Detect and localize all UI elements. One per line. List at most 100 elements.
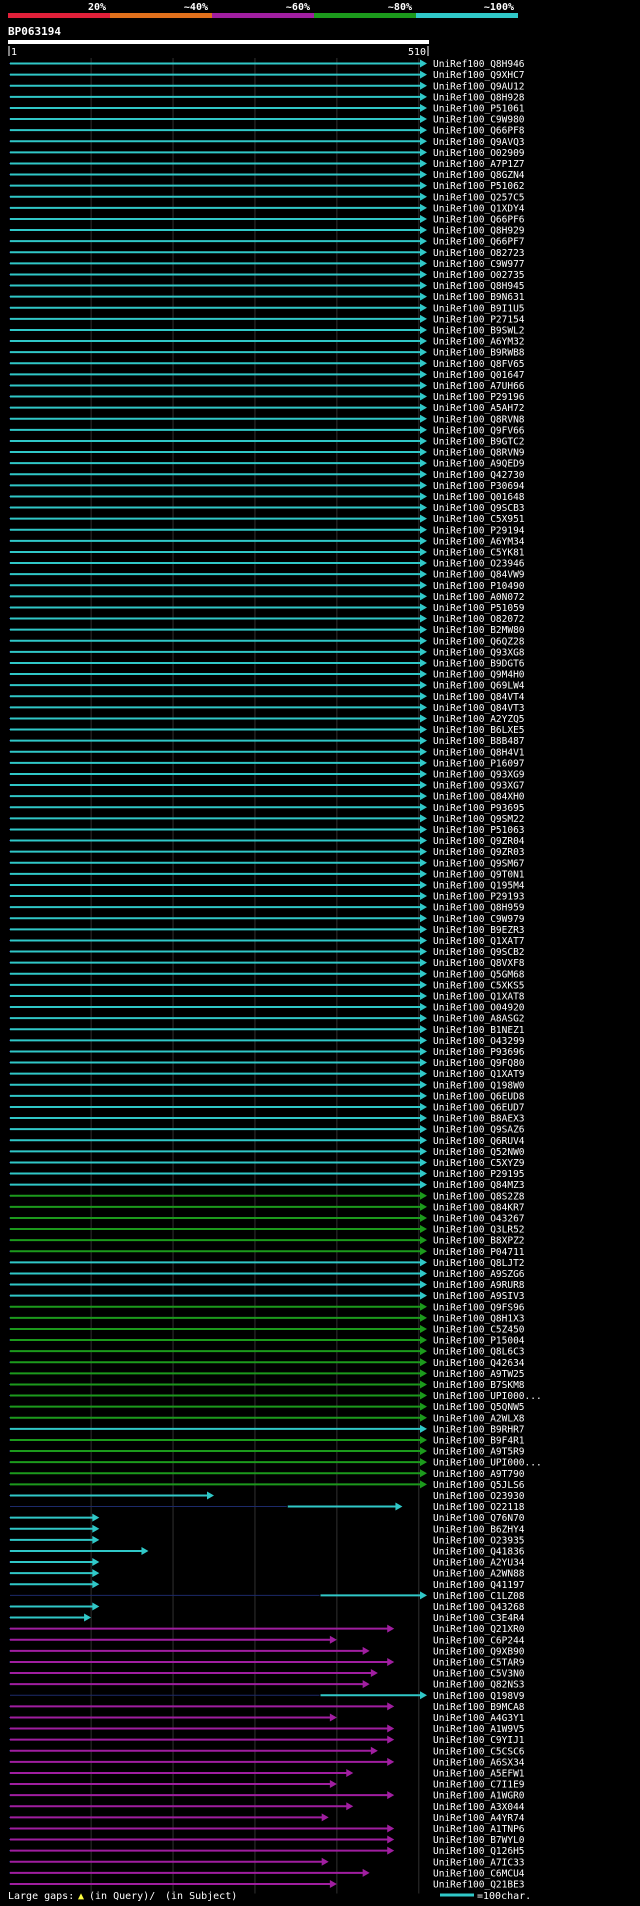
hit-id-label: UniRef100_B9F4R1 bbox=[433, 1435, 525, 1446]
hit-id-label: UniRef100_Q93XG9 bbox=[433, 769, 525, 780]
hit-id-label: UniRef100_Q8L6C3 bbox=[433, 1347, 525, 1358]
hit-arrow-icon bbox=[420, 547, 427, 556]
hit-arrow-icon bbox=[420, 1058, 427, 1067]
hit-arrow-icon bbox=[92, 1569, 100, 1578]
hit-id-label: UniRef100_Q9SM22 bbox=[433, 814, 525, 825]
hit-row: UniRef100_P04711 bbox=[9, 1247, 525, 1258]
hit-row: UniRef100_B9F4R1 bbox=[9, 1435, 525, 1446]
hit-arrow-icon bbox=[420, 1247, 427, 1256]
hit-id-label: UniRef100_P51063 bbox=[433, 825, 525, 836]
hit-row: UniRef100_O04920 bbox=[9, 1003, 525, 1014]
hit-arrow-icon bbox=[420, 892, 427, 901]
hit-row: UniRef100_A2YU34 bbox=[9, 1558, 525, 1569]
hit-id-label: UniRef100_Q82NS3 bbox=[433, 1680, 525, 1691]
hit-row: UniRef100_Q9M4H0 bbox=[9, 670, 525, 681]
hit-arrow-icon bbox=[420, 1258, 427, 1267]
hit-id-label: UniRef100_C9W977 bbox=[433, 259, 525, 270]
hit-row: UniRef100_C9W977 bbox=[9, 259, 525, 270]
hit-row: UniRef100_B9N631 bbox=[9, 292, 525, 303]
hit-arrow-icon bbox=[420, 936, 427, 945]
hit-row: UniRef100_P51063 bbox=[9, 825, 525, 836]
hit-arrow-icon bbox=[420, 1369, 427, 1378]
hit-arrow-icon bbox=[420, 137, 427, 146]
hit-id-label: UniRef100_A6YM34 bbox=[433, 536, 525, 547]
hit-id-label: UniRef100_B8AEX3 bbox=[433, 1114, 525, 1125]
hit-id-label: UniRef100_Q8GZN4 bbox=[433, 170, 525, 181]
hit-id-label: UniRef100_Q41836 bbox=[433, 1546, 525, 1557]
hit-id-label: UniRef100_A9SIV3 bbox=[433, 1291, 525, 1302]
hit-id-label: UniRef100_Q01647 bbox=[433, 370, 525, 381]
hit-id-label: UniRef100_Q84KR7 bbox=[433, 1202, 525, 1213]
hit-row: UniRef100_O02909 bbox=[9, 148, 525, 159]
query-bar bbox=[8, 40, 429, 44]
hit-arrow-icon bbox=[420, 348, 427, 357]
hit-id-label: UniRef100_Q6RUV4 bbox=[433, 1136, 525, 1147]
hit-id-label: UniRef100_Q1XAT7 bbox=[433, 936, 525, 947]
hit-id-label: UniRef100_B1NEZ1 bbox=[433, 1025, 525, 1036]
hit-arrow-icon bbox=[420, 248, 427, 257]
hit-id-label: UniRef100_A6SX34 bbox=[433, 1757, 525, 1768]
hit-row: UniRef100_C6MCU4 bbox=[9, 1868, 525, 1879]
hit-arrow-icon bbox=[420, 769, 427, 778]
hit-arrow-icon bbox=[420, 514, 427, 523]
hit-arrow-icon bbox=[346, 1802, 354, 1811]
hit-id-label: UniRef100_O23935 bbox=[433, 1535, 525, 1546]
hit-row: UniRef100_A2WLX8 bbox=[9, 1413, 525, 1424]
scale-bar-label: =100char. bbox=[477, 1891, 531, 1902]
hit-arrow-icon bbox=[84, 1613, 92, 1622]
hit-arrow-icon bbox=[420, 392, 427, 401]
hit-arrow-icon bbox=[420, 880, 427, 889]
hit-id-label: UniRef100_Q3LR52 bbox=[433, 1225, 525, 1236]
hit-arrow-icon bbox=[420, 226, 427, 235]
hit-arrow-icon bbox=[141, 1546, 149, 1555]
hit-row: UniRef100_UPI000... bbox=[9, 1458, 542, 1469]
hit-row: UniRef100_A5EFW1 bbox=[9, 1768, 525, 1779]
hit-row: UniRef100_A9SZG6 bbox=[9, 1269, 525, 1280]
hit-row: UniRef100_A9T790 bbox=[9, 1469, 525, 1480]
hit-arrow-icon bbox=[420, 1003, 427, 1012]
hit-id-label: UniRef100_P51059 bbox=[433, 603, 525, 614]
hit-id-label: UniRef100_P15004 bbox=[433, 1336, 525, 1347]
hit-arrow-icon bbox=[420, 1047, 427, 1056]
hit-id-label: UniRef100_Q5QNW5 bbox=[433, 1402, 525, 1413]
hit-arrow-icon bbox=[420, 1280, 427, 1289]
hit-id-label: UniRef100_P93695 bbox=[433, 803, 525, 814]
hit-id-label: UniRef100_C9W979 bbox=[433, 914, 525, 925]
hit-id-label: UniRef100_P93696 bbox=[433, 1047, 525, 1058]
hit-row: UniRef100_Q82NS3 bbox=[9, 1680, 525, 1691]
hit-row: UniRef100_A3X044 bbox=[9, 1802, 525, 1813]
hit-id-label: UniRef100_C5TAR9 bbox=[433, 1657, 525, 1668]
hit-arrow-icon bbox=[420, 603, 427, 612]
hit-arrow-icon bbox=[420, 1169, 427, 1178]
hit-id-label: UniRef100_A1W9V5 bbox=[433, 1724, 525, 1735]
hit-id-label: UniRef100_Q8VXF8 bbox=[433, 958, 525, 969]
hit-id-label: UniRef100_Q8H959 bbox=[433, 903, 525, 914]
hit-row: UniRef100_A7IC33 bbox=[9, 1857, 525, 1868]
hit-row: UniRef100_B9GTC2 bbox=[9, 436, 525, 447]
hit-arrow-icon bbox=[420, 1125, 427, 1134]
hit-id-label: UniRef100_C9W980 bbox=[433, 115, 525, 126]
hit-arrow-icon bbox=[420, 1469, 427, 1478]
legend-label: ~100% bbox=[484, 2, 514, 13]
hit-id-label: UniRef100_A5EFW1 bbox=[433, 1768, 525, 1779]
hit-id-label: UniRef100_Q5JLS6 bbox=[433, 1480, 525, 1491]
hit-arrow-icon bbox=[329, 1780, 337, 1789]
hit-row: UniRef100_B9DGT6 bbox=[9, 658, 525, 669]
hit-row: UniRef100_Q01647 bbox=[9, 370, 525, 381]
hit-arrow-icon bbox=[420, 1080, 427, 1089]
hit-id-label: UniRef100_P51062 bbox=[433, 181, 525, 192]
hit-id-label: UniRef100_Q52NW0 bbox=[433, 1147, 525, 1158]
hit-arrow-icon bbox=[420, 1202, 427, 1211]
chart-title: BP063194 bbox=[8, 25, 61, 38]
hit-row: UniRef100_Q6RUV4 bbox=[9, 1136, 525, 1147]
hit-arrow-icon bbox=[387, 1702, 395, 1711]
hit-id-label: UniRef100_A9T5R9 bbox=[433, 1447, 525, 1458]
hit-arrow-icon bbox=[420, 725, 427, 734]
hit-id-label: UniRef100_P30694 bbox=[433, 481, 525, 492]
hit-row: UniRef100_Q9AU12 bbox=[9, 81, 525, 92]
hit-arrow-icon bbox=[346, 1768, 354, 1777]
hit-id-label: UniRef100_C3E4R4 bbox=[433, 1613, 525, 1624]
hit-arrow-icon bbox=[387, 1835, 395, 1844]
hit-id-label: UniRef100_B9DGT6 bbox=[433, 658, 525, 669]
hit-row: UniRef100_A9TW25 bbox=[9, 1369, 525, 1380]
